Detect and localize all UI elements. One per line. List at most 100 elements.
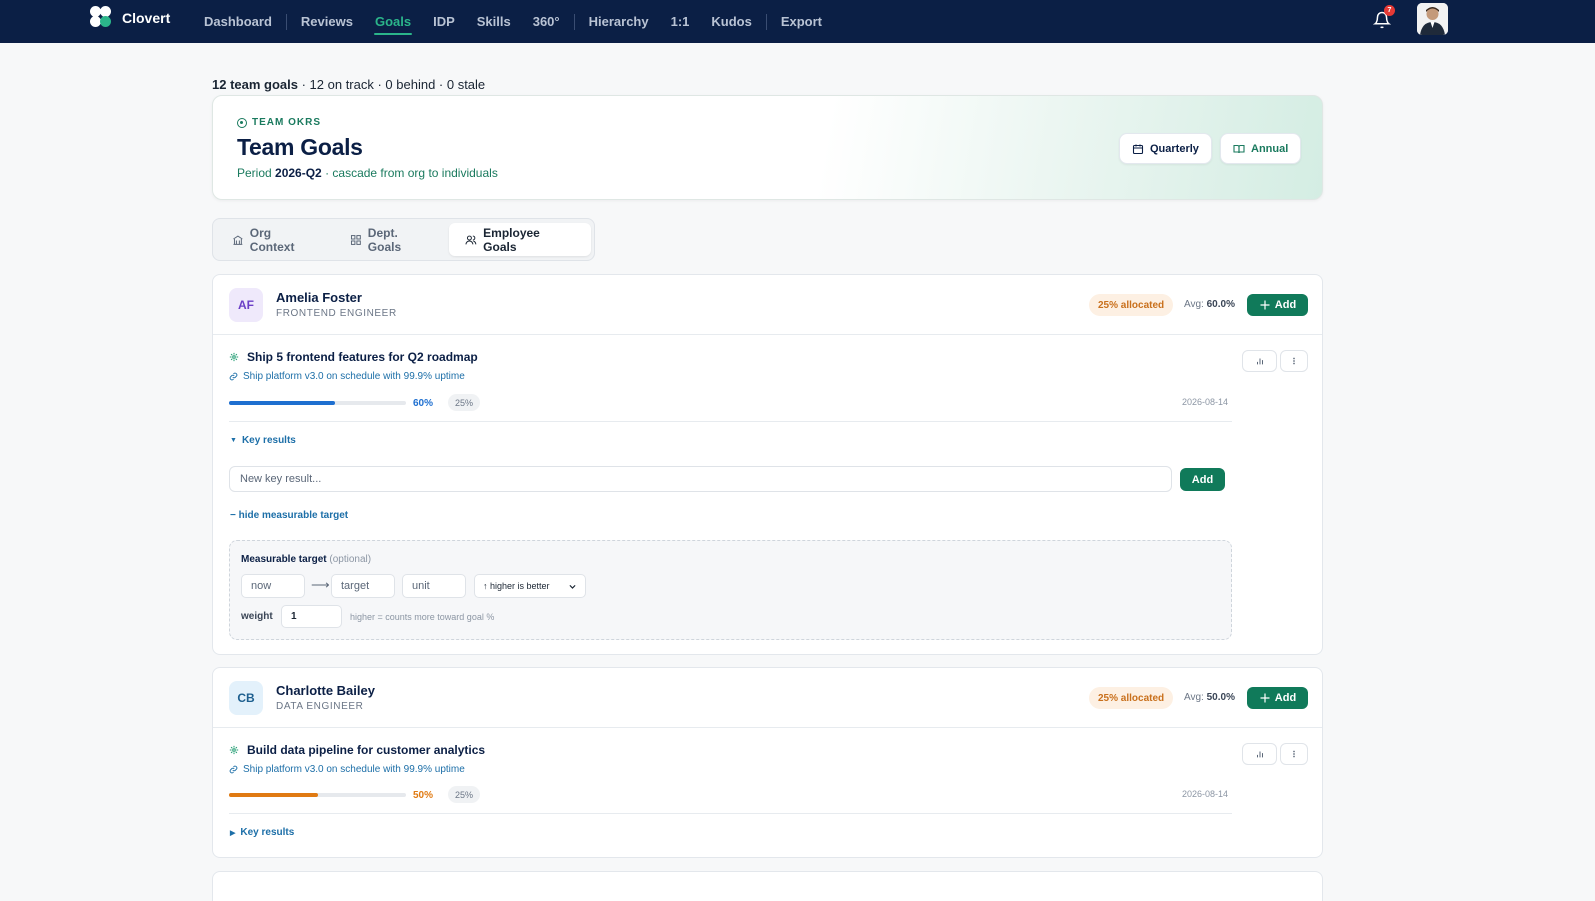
nav-export[interactable]: Export bbox=[770, 0, 833, 43]
user-photo bbox=[1417, 3, 1448, 35]
period-prefix: Period bbox=[237, 166, 276, 180]
now-value-input[interactable]: now bbox=[241, 574, 305, 598]
annual-button[interactable]: Annual bbox=[1220, 133, 1302, 164]
tab-dept-goals[interactable]: Dept. Goals bbox=[334, 223, 449, 256]
goal-more-button[interactable] bbox=[1280, 743, 1308, 765]
add-key-result-button[interactable]: Add bbox=[1180, 468, 1225, 491]
tab-employee-goals[interactable]: Employee Goals bbox=[449, 223, 591, 256]
caret-right-icon: ▶ bbox=[230, 829, 236, 837]
notification-badge: 7 bbox=[1384, 5, 1395, 16]
building-icon bbox=[233, 234, 243, 245]
parent-goal-text: Ship platform v3.0 on schedule with 99.9… bbox=[243, 764, 465, 775]
weight-input[interactable]: 1 bbox=[281, 605, 342, 628]
goal-due-date: 2026-08-14 bbox=[1182, 789, 1229, 799]
nav-idp[interactable]: IDP bbox=[422, 0, 466, 43]
period-line: Period 2026-Q2 · cascade from org to ind… bbox=[237, 166, 498, 180]
employee-header: AF Amelia Foster FRONTEND ENGINEER 25% a… bbox=[213, 275, 1322, 335]
user-avatar[interactable] bbox=[1417, 3, 1448, 35]
add-label: Add bbox=[1274, 692, 1297, 704]
parent-goal-link[interactable]: Ship platform v3.0 on schedule with 99.9… bbox=[229, 764, 465, 775]
arrow-right-icon: ⟶ bbox=[311, 577, 330, 592]
goals-summary: 12 team goals · 12 on track · 0 behind ·… bbox=[212, 77, 485, 92]
top-nav: Clovert Dashboard Reviews Goals IDP Skil… bbox=[0, 0, 1595, 43]
nav-skills[interactable]: Skills bbox=[466, 0, 522, 43]
book-icon bbox=[1233, 144, 1245, 153]
target-value-input[interactable]: target bbox=[331, 574, 395, 598]
unit-input[interactable]: unit bbox=[402, 574, 466, 598]
employee-name: Amelia Foster bbox=[276, 290, 362, 305]
caret-down-icon: ▼ bbox=[230, 437, 237, 444]
plus-circle-icon bbox=[1260, 300, 1270, 310]
team-okrs-header: TEAM OKRS Team Goals Period 2026-Q2 · ca… bbox=[212, 95, 1323, 200]
goal-weight-pill: 25% bbox=[448, 394, 481, 411]
annual-label: Annual bbox=[1251, 142, 1289, 155]
hide-measurable-target-link[interactable]: − hide measurable target bbox=[230, 510, 348, 521]
sprout-icon bbox=[229, 352, 239, 362]
add-label: Add bbox=[1274, 299, 1297, 311]
direction-select[interactable]: ↑ higher is better bbox=[474, 574, 586, 598]
goal-chart-button[interactable] bbox=[1242, 743, 1277, 765]
page-title: Team Goals bbox=[237, 134, 363, 160]
average-progress: Avg: 60.0% bbox=[1184, 299, 1235, 310]
goal-progress-bar bbox=[229, 793, 406, 797]
employee-card-partial bbox=[212, 871, 1323, 901]
progress-percent: 50% bbox=[413, 790, 434, 801]
clover-logo-icon bbox=[90, 6, 114, 30]
target-icon bbox=[237, 117, 247, 128]
nav-dashboard[interactable]: Dashboard bbox=[200, 0, 283, 43]
employee-card: CB Charlotte Bailey DATA ENGINEER 25% al… bbox=[212, 667, 1323, 858]
nav-divider bbox=[285, 13, 287, 30]
tab-org-context[interactable]: Org Context bbox=[216, 223, 334, 256]
brand[interactable]: Clovert bbox=[90, 6, 170, 30]
employee-header: CB Charlotte Bailey DATA ENGINEER 25% al… bbox=[213, 668, 1322, 728]
key-results-label: Key results bbox=[240, 827, 295, 838]
measurable-target-panel: Measurable target (optional) now ⟶ targe… bbox=[229, 540, 1232, 640]
plus-circle-icon bbox=[1260, 693, 1270, 703]
employee-card: AF Amelia Foster FRONTEND ENGINEER 25% a… bbox=[212, 274, 1323, 655]
key-results-toggle[interactable]: ▼ Key results bbox=[230, 435, 296, 446]
goal-level-tabs: Org Context Dept. Goals Employee Goals bbox=[212, 218, 595, 261]
employee-name: Charlotte Bailey bbox=[276, 683, 375, 698]
progress-percent: 60% bbox=[413, 398, 434, 409]
quarterly-button[interactable]: Quarterly bbox=[1119, 133, 1212, 164]
divider bbox=[229, 813, 1232, 814]
notification-bell[interactable]: 7 bbox=[1371, 5, 1395, 31]
target-optional: (optional) bbox=[326, 554, 372, 565]
brand-name: Clovert bbox=[122, 10, 171, 26]
grid-icon bbox=[350, 234, 361, 245]
allocation-badge: 25% allocated bbox=[1089, 687, 1174, 709]
link-icon bbox=[229, 765, 238, 774]
goal-title[interactable]: Build data pipeline for customer analyti… bbox=[247, 743, 485, 757]
direction-value: ↑ higher is better bbox=[483, 581, 550, 591]
nav-hierarchy[interactable]: Hierarchy bbox=[578, 0, 660, 43]
nav-reviews[interactable]: Reviews bbox=[290, 0, 364, 43]
add-goal-button[interactable]: Add bbox=[1247, 294, 1308, 316]
nav-one-on-one[interactable]: 1:1 bbox=[660, 0, 701, 43]
link-icon bbox=[229, 372, 238, 381]
weight-label: weight bbox=[241, 611, 273, 622]
goal-due-date: 2026-08-14 bbox=[1182, 397, 1229, 407]
new-key-result-input[interactable]: New key result... bbox=[229, 466, 1172, 492]
nav-goals[interactable]: Goals bbox=[364, 0, 422, 43]
goal-more-button[interactable] bbox=[1280, 350, 1308, 372]
bar-chart-icon bbox=[1256, 358, 1263, 365]
tab-label: Employee Goals bbox=[483, 225, 540, 254]
key-results-label: Key results bbox=[241, 435, 296, 446]
key-results-toggle[interactable]: ▶ Key results bbox=[230, 827, 294, 838]
main-nav: Dashboard Reviews Goals IDP Skills 360° … bbox=[200, 0, 833, 43]
avg-value: 50.0% bbox=[1206, 692, 1235, 703]
goal-chart-button[interactable] bbox=[1242, 350, 1277, 372]
tab-label: Dept. Goals bbox=[367, 225, 402, 254]
target-title: Measurable target (optional) bbox=[241, 554, 371, 565]
goal-weight-pill: 25% bbox=[448, 786, 481, 803]
add-goal-button[interactable]: Add bbox=[1247, 687, 1308, 709]
progress-fill bbox=[229, 401, 336, 405]
nav-divider bbox=[765, 13, 767, 30]
weight-hint: higher = counts more toward goal % bbox=[350, 612, 495, 622]
nav-360[interactable]: 360° bbox=[522, 0, 571, 43]
goal-title[interactable]: Ship 5 frontend features for Q2 roadmap bbox=[247, 350, 478, 364]
divider bbox=[229, 421, 1232, 422]
nav-kudos[interactable]: Kudos bbox=[700, 0, 762, 43]
chevron-down-icon bbox=[569, 584, 576, 589]
parent-goal-link[interactable]: Ship platform v3.0 on schedule with 99.9… bbox=[229, 371, 465, 382]
